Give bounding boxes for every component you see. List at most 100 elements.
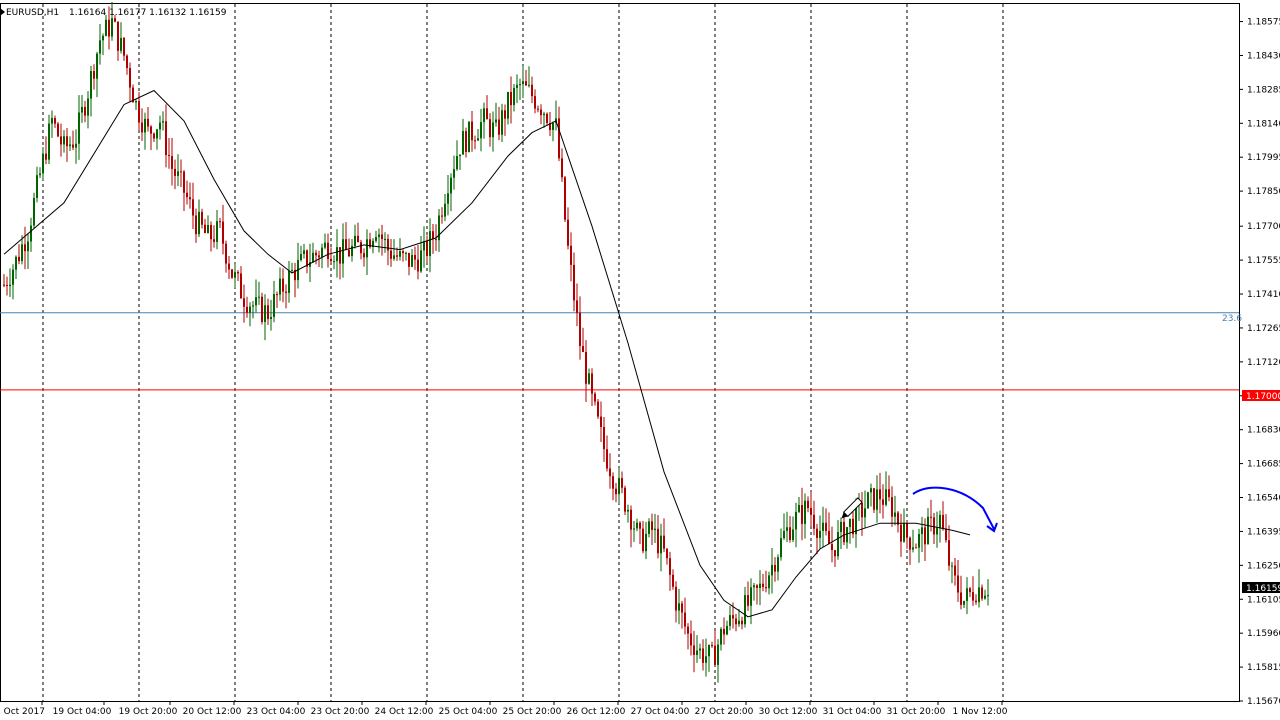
- bull-candle: [15, 256, 17, 270]
- bear-candle: [747, 595, 749, 606]
- time-tick-label: 20 Oct 12:00: [183, 707, 242, 717]
- bear-candle: [816, 528, 818, 538]
- bear-candle: [537, 108, 539, 110]
- bear-candle: [831, 544, 833, 551]
- bear-candle: [546, 113, 548, 123]
- price-tick-label: 1.17265: [1247, 324, 1280, 334]
- bull-candle: [903, 523, 905, 542]
- bull-candle: [894, 512, 896, 517]
- bull-candle: [699, 648, 701, 651]
- bear-candle: [147, 118, 149, 127]
- bear-candle: [126, 55, 128, 69]
- price-tick-label: 1.18430: [1247, 51, 1280, 61]
- bull-candle: [633, 528, 635, 530]
- bear-candle: [900, 524, 902, 542]
- bear-candle: [108, 19, 110, 37]
- bull-candle: [105, 19, 107, 36]
- bear-candle: [945, 528, 947, 541]
- bear-candle: [567, 219, 569, 246]
- bear-candle: [315, 252, 317, 256]
- time-tick-label: 30 Oct 12:00: [759, 707, 818, 717]
- bull-candle: [729, 615, 731, 626]
- bear-candle: [597, 401, 599, 417]
- bull-candle: [462, 131, 464, 155]
- bear-candle: [612, 476, 614, 489]
- bear-candle: [603, 427, 605, 450]
- bull-candle: [333, 261, 335, 263]
- bear-candle: [285, 291, 287, 293]
- bull-candle: [420, 250, 422, 272]
- bear-candle: [651, 521, 653, 530]
- bear-candle: [93, 71, 95, 79]
- bull-candle: [264, 305, 266, 323]
- price-tick-label: 1.15670: [1247, 697, 1280, 707]
- bull-candle: [378, 234, 380, 238]
- bear-candle: [714, 645, 716, 665]
- bear-candle: [465, 131, 467, 153]
- price-chart[interactable]: 1.18575 1.18430 1.18285 1.18140 1.17995 1.178…: [0, 0, 1280, 720]
- bull-candle: [648, 521, 650, 534]
- bear-candle: [441, 215, 443, 217]
- bull-candle: [120, 37, 122, 51]
- bear-candle: [531, 84, 533, 97]
- bear-candle: [276, 294, 278, 296]
- bull-candle: [480, 122, 482, 139]
- bear-candle: [609, 468, 611, 477]
- bull-candle: [27, 241, 29, 252]
- bull-candle: [738, 620, 740, 625]
- time-tick-label: 23 Oct 04:00: [247, 707, 306, 717]
- bear-candle: [774, 564, 776, 572]
- bear-candle: [282, 278, 284, 292]
- bull-candle: [33, 197, 35, 226]
- bull-candle: [477, 138, 479, 141]
- price-tick-label: 1.17995: [1247, 153, 1280, 163]
- bull-candle: [69, 144, 71, 147]
- bull-candle: [291, 269, 293, 271]
- bull-candle: [39, 173, 41, 176]
- bear-candle: [573, 264, 575, 301]
- bull-candle: [63, 136, 65, 145]
- bull-candle: [876, 489, 878, 510]
- bear-candle: [834, 550, 836, 557]
- bear-candle: [186, 192, 188, 198]
- bull-candle: [804, 500, 806, 524]
- bear-candle: [687, 626, 689, 634]
- bear-candle: [414, 254, 416, 260]
- bear-candle: [558, 118, 560, 159]
- bear-candle: [723, 628, 725, 635]
- bear-candle: [711, 645, 713, 647]
- bear-candle: [681, 603, 683, 613]
- bear-candle: [534, 96, 536, 109]
- time-tick-label: 8 Oct 2017: [0, 707, 45, 717]
- bull-candle: [783, 530, 785, 539]
- bear-candle: [54, 118, 56, 124]
- price-tick-label: 1.16830: [1247, 426, 1280, 436]
- price-tick-label: 1.17850: [1247, 187, 1280, 197]
- bear-candle: [192, 199, 194, 216]
- bull-candle: [978, 587, 980, 603]
- current-price-label: 1.16159: [1242, 582, 1280, 594]
- bear-candle: [510, 91, 512, 106]
- bull-candle: [96, 53, 98, 79]
- bear-candle: [732, 615, 734, 619]
- bear-candle: [498, 119, 500, 135]
- bull-candle: [399, 251, 401, 257]
- bear-candle: [219, 221, 221, 223]
- bear-candle: [60, 136, 62, 145]
- bull-candle: [759, 583, 761, 588]
- bear-candle: [891, 497, 893, 517]
- bear-candle: [408, 252, 410, 267]
- price-tick-label: 1.16540: [1247, 494, 1280, 504]
- bear-candle: [741, 620, 743, 625]
- bull-candle: [288, 270, 290, 293]
- bull-candle: [459, 154, 461, 157]
- level-price-text: 1.17000: [1246, 392, 1280, 402]
- bear-candle: [975, 600, 977, 603]
- bear-candle: [888, 489, 890, 498]
- bear-candle: [672, 574, 674, 587]
- bull-candle: [792, 529, 794, 541]
- bear-candle: [486, 108, 488, 120]
- bull-candle: [645, 533, 647, 552]
- bear-candle: [813, 514, 815, 529]
- bear-candle: [66, 136, 68, 147]
